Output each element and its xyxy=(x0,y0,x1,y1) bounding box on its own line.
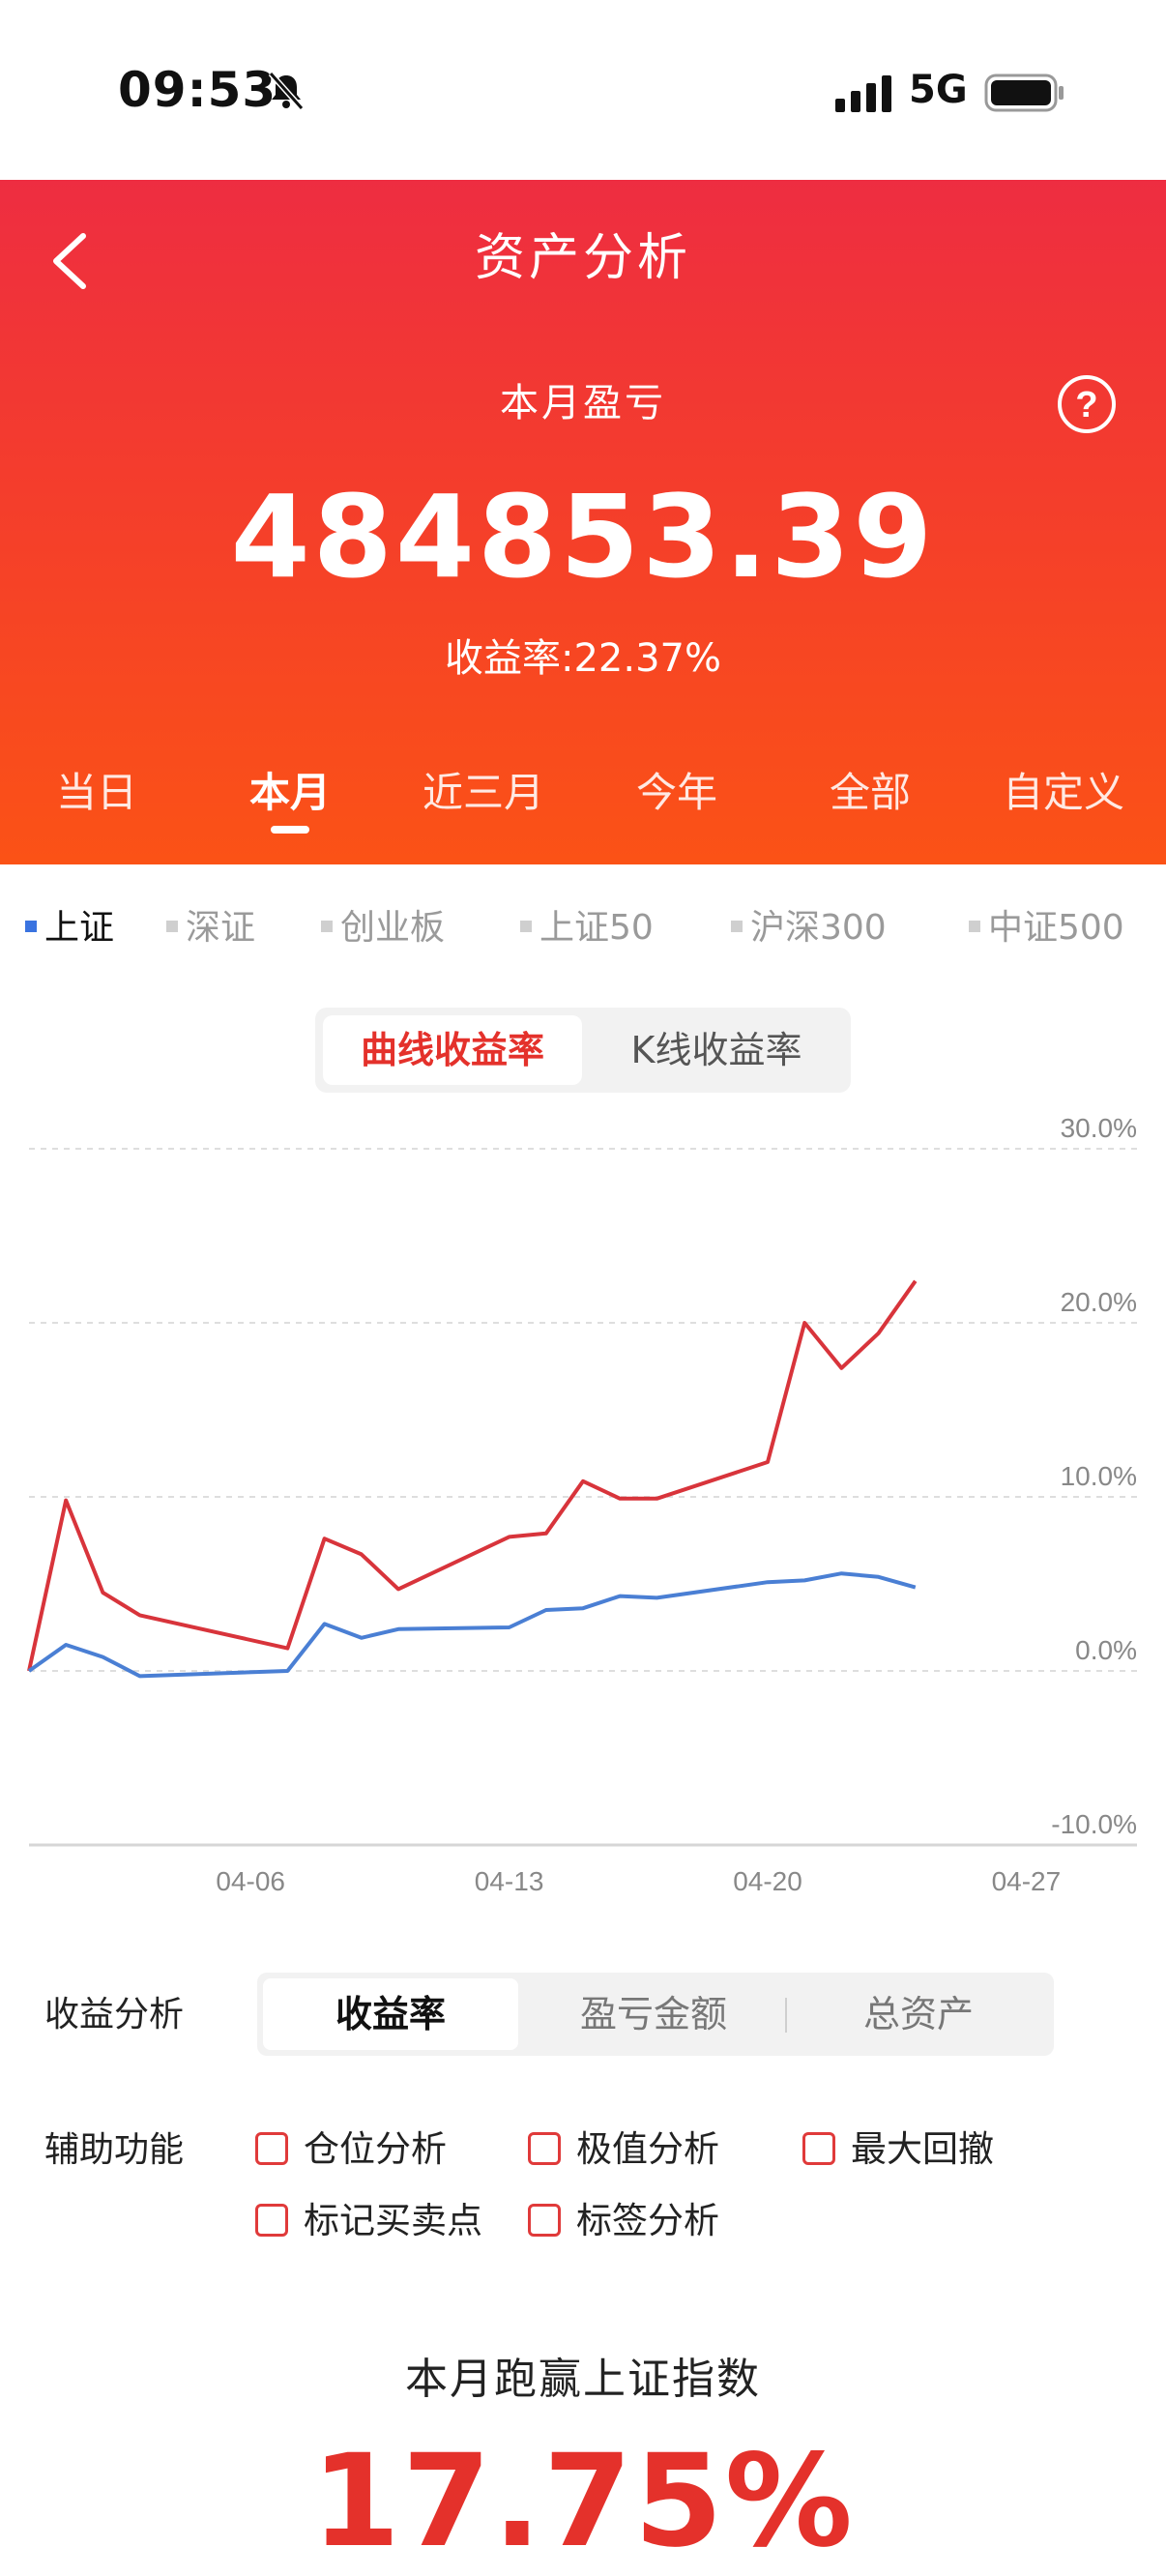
period-tabs: 当日 本月 近三月 今年 全部 自定义 xyxy=(0,760,1166,857)
tab-total-assets[interactable]: 总资产 xyxy=(791,1978,1046,2050)
return-chart: 30.0% 20.0% 10.0% 0.0% -10.0% 04-06 04-13 04-2… xyxy=(27,1113,1137,1896)
index-sse50[interactable]: 上证50 xyxy=(520,899,654,950)
x-tick-label: 04-06 xyxy=(216,1866,285,1896)
index-shenzhen[interactable]: 深证 xyxy=(166,899,255,950)
checkbox-box xyxy=(255,2131,288,2165)
index-label: 上证50 xyxy=(539,908,654,948)
page-title: 资产分析 xyxy=(474,229,691,287)
aux-label: 辅助功能 xyxy=(44,2130,185,2170)
portfolio-return-line xyxy=(27,1279,918,1672)
asset-header: 资产分析 本月盈亏 ? 484853.39 收益率:22.37% 当日 本月 近… xyxy=(0,180,1166,864)
tag-analysis-checkbox[interactable]: 标签分析 xyxy=(528,2191,719,2243)
tab-three-months[interactable]: 近三月 xyxy=(387,760,580,819)
signal-icon xyxy=(835,75,891,112)
index-marker xyxy=(321,921,333,932)
analysis-label: 收益分析 xyxy=(44,1995,185,2034)
y-tick-label: -10.0% xyxy=(1051,1809,1137,1839)
pnl-value: 484853.39 xyxy=(230,470,936,603)
x-tick-label: 04-20 xyxy=(733,1866,802,1896)
checkbox-box xyxy=(528,2203,561,2237)
bell-muted-icon xyxy=(268,72,305,110)
index-label: 创业板 xyxy=(340,908,446,948)
y-tick-label: 20.0% xyxy=(1061,1287,1137,1317)
checkbox-label: 最大回撤 xyxy=(851,2128,994,2170)
index-label: 中证500 xyxy=(988,908,1124,948)
index-shanghai[interactable]: 上证 xyxy=(25,899,114,950)
index-return-line xyxy=(27,1571,917,1679)
index-selector: 上证 深证 创业板 上证50 沪深300 中证500 xyxy=(0,899,1166,957)
index-label: 上证 xyxy=(44,908,115,948)
tab-this-year[interactable]: 今年 xyxy=(580,760,773,819)
x-axis-labels: 04-06 04-13 04-20 04-27 xyxy=(216,1866,1061,1896)
mark-trades-checkbox[interactable]: 标记买卖点 xyxy=(255,2191,482,2243)
status-time: 09:53 xyxy=(118,62,277,118)
y-axis-labels: 30.0% 20.0% 10.0% 0.0% -10.0% xyxy=(1051,1113,1137,1839)
index-marker xyxy=(731,921,743,932)
index-marker xyxy=(166,921,178,932)
chart-gridlines xyxy=(29,1148,1137,1847)
x-tick-label: 04-27 xyxy=(992,1866,1062,1896)
y-tick-label: 0.0% xyxy=(1075,1635,1137,1665)
index-chinext[interactable]: 创业板 xyxy=(321,899,445,950)
x-tick-label: 04-13 xyxy=(475,1866,544,1896)
index-label: 深证 xyxy=(186,908,256,948)
checkbox-box xyxy=(802,2131,835,2165)
tab-all[interactable]: 全部 xyxy=(773,760,967,819)
curve-return-button[interactable]: 曲线收益率 xyxy=(323,1015,582,1085)
beat-index-title: 本月跑赢上证指数 xyxy=(405,2355,761,2404)
tab-this-month[interactable]: 本月 xyxy=(193,760,387,834)
tab-custom[interactable]: 自定义 xyxy=(967,760,1160,819)
tab-return-rate[interactable]: 收益率 xyxy=(263,1978,518,2050)
help-icon[interactable]: ? xyxy=(1056,373,1118,435)
analysis-tabs: 收益率 盈亏金额 总资产 xyxy=(257,1973,1054,2056)
extreme-analysis-checkbox[interactable]: 极值分析 xyxy=(528,2120,719,2172)
max-drawdown-checkbox[interactable]: 最大回撤 xyxy=(802,2120,994,2172)
return-rate: 收益率:22.37% xyxy=(445,636,721,681)
tab-today[interactable]: 当日 xyxy=(0,760,193,819)
position-analysis-checkbox[interactable]: 仓位分析 xyxy=(255,2120,447,2172)
checkbox-label: 标签分析 xyxy=(576,2200,719,2241)
y-tick-label: 30.0% xyxy=(1061,1113,1137,1143)
active-tab-indicator xyxy=(271,826,309,834)
battery-icon xyxy=(984,73,1064,112)
index-marker xyxy=(25,921,37,932)
beat-index-value: 17.75% xyxy=(311,2427,855,2576)
status-bar: 09:53 5G xyxy=(0,0,1166,180)
tab-divider xyxy=(785,1998,787,2033)
month-pnl-label: 本月盈亏 xyxy=(500,381,666,425)
chart-lines xyxy=(27,1279,918,1679)
svg-text:?: ? xyxy=(1075,385,1097,425)
index-marker xyxy=(520,921,532,932)
kline-return-button[interactable]: K线收益率 xyxy=(590,1015,843,1085)
checkbox-box xyxy=(528,2131,561,2165)
index-csi300[interactable]: 沪深300 xyxy=(731,899,887,950)
index-marker xyxy=(969,921,980,932)
tab-this-month-label: 本月 xyxy=(248,769,331,816)
index-csi500[interactable]: 中证500 xyxy=(969,899,1124,950)
y-tick-label: 10.0% xyxy=(1061,1461,1137,1491)
tab-pnl-amount[interactable]: 盈亏金额 xyxy=(526,1978,781,2050)
network-type: 5G xyxy=(909,68,968,112)
checkbox-box xyxy=(255,2203,288,2237)
checkbox-label: 极值分析 xyxy=(576,2128,719,2170)
checkbox-label: 仓位分析 xyxy=(304,2128,447,2170)
checkbox-label: 标记买卖点 xyxy=(304,2200,482,2241)
chart-mode-toggle: 曲线收益率 K线收益率 xyxy=(315,1008,851,1093)
index-label: 沪深300 xyxy=(750,908,887,948)
